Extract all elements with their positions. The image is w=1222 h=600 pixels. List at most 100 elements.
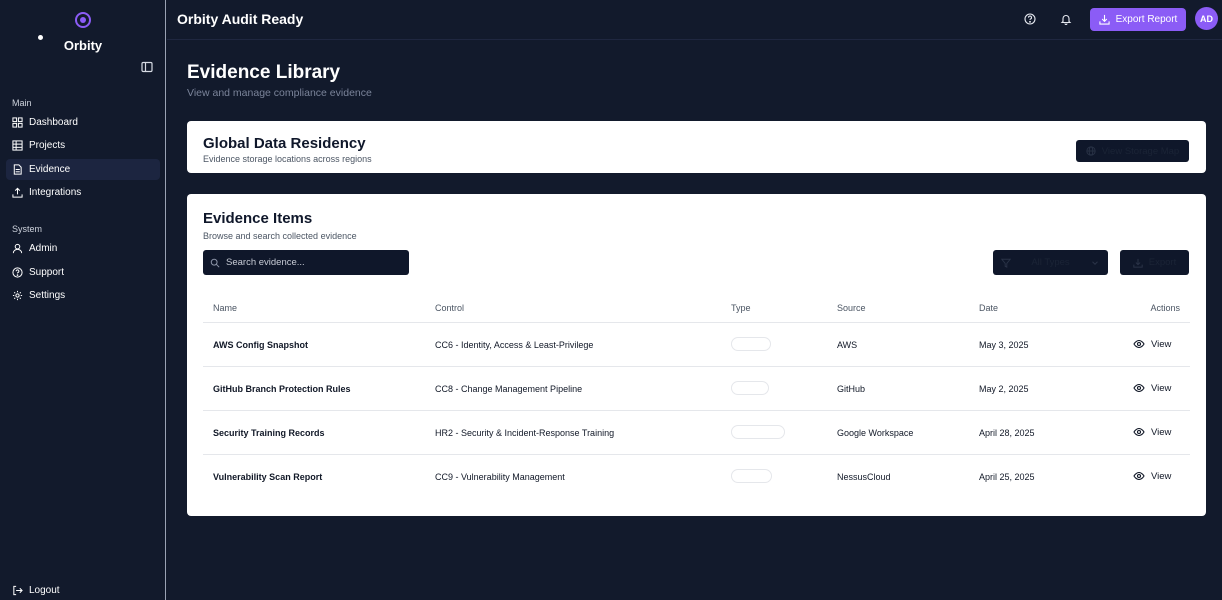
avatar[interactable]: AD — [1195, 7, 1218, 30]
sidebar-toggle-icon[interactable] — [141, 61, 153, 73]
evidence-date: April 25, 2025 — [979, 472, 1035, 482]
document-icon — [13, 164, 22, 175]
evidence-source: NessusCloud — [837, 472, 891, 482]
eye-icon — [1133, 427, 1145, 437]
export-report-label: Export Report — [1115, 14, 1178, 25]
export-button[interactable]: Export — [1120, 250, 1189, 275]
section-label-system: System — [12, 224, 43, 234]
data-residency-card: Global Data Residency Evidence storage l… — [187, 121, 1206, 173]
sidebar-item-support[interactable]: Support — [6, 262, 160, 283]
help-circle-icon — [12, 267, 23, 278]
sidebar-item-evidence[interactable]: Evidence — [6, 159, 160, 180]
page-subtitle: View and manage compliance evidence — [187, 87, 372, 99]
chevron-down-icon — [1092, 260, 1098, 265]
search-input[interactable] — [226, 257, 406, 268]
table-header: Name Control Type Source Date Actions — [203, 294, 1190, 323]
view-button[interactable]: View — [1133, 338, 1171, 350]
gear-icon — [12, 290, 23, 301]
evidence-name: GitHub Branch Protection Rules — [213, 384, 351, 394]
app-title: Orbity Audit Ready — [177, 11, 304, 27]
evidence-items-card: Evidence Items Browse and search collect… — [187, 194, 1206, 516]
table-row[interactable]: GitHub Branch Protection Rules CC8 - Cha… — [203, 367, 1190, 411]
type-badge — [731, 469, 772, 483]
evidence-date: April 28, 2025 — [979, 428, 1035, 438]
help-icon[interactable] — [1024, 13, 1036, 25]
type-filter-select[interactable]: All Types — [993, 250, 1108, 275]
download-icon — [1133, 258, 1143, 268]
bell-icon[interactable] — [1060, 13, 1072, 25]
evidence-name: AWS Config Snapshot — [213, 340, 308, 350]
sidebar-item-label: Integrations — [29, 187, 82, 198]
evidence-items-title: Evidence Items — [203, 210, 313, 227]
column-header-actions: Actions — [1150, 303, 1180, 313]
type-badge — [731, 425, 785, 439]
page-title: Evidence Library — [187, 62, 341, 83]
sidebar-item-dashboard[interactable]: Dashboard — [6, 112, 160, 133]
evidence-date: May 2, 2025 — [979, 384, 1029, 394]
sidebar-item-label: Settings — [29, 290, 66, 301]
view-label: View — [1151, 382, 1172, 394]
evidence-name: Vulnerability Scan Report — [213, 472, 323, 482]
upload-icon — [12, 187, 23, 198]
sidebar-item-admin[interactable]: Admin — [6, 238, 160, 259]
type-badge — [731, 381, 769, 395]
evidence-name: Security Training Records — [213, 428, 325, 438]
type-filter-value: All Types — [1031, 257, 1070, 268]
view-label: View — [1151, 338, 1172, 350]
table-row[interactable]: Security Training Records HR2 - Security… — [203, 411, 1190, 455]
dot-icon — [38, 35, 43, 40]
column-header-date[interactable]: Date — [979, 303, 998, 313]
brand[interactable]: Orbity — [0, 10, 166, 53]
sidebar-item-label: Support — [29, 267, 65, 278]
column-header-source[interactable]: Source — [837, 303, 866, 313]
column-header-type[interactable]: Type — [731, 303, 751, 313]
sidebar-item-settings[interactable]: Settings — [6, 285, 160, 306]
table-icon — [12, 140, 23, 151]
eye-icon — [1133, 339, 1145, 349]
grid-icon — [12, 117, 23, 128]
sidebar-item-label: Projects — [29, 140, 66, 151]
evidence-control: CC6 - Identity, Access & Least-Privilege — [435, 340, 594, 350]
evidence-source: AWS — [837, 340, 858, 350]
eye-icon — [1133, 471, 1145, 481]
filter-icon — [1001, 258, 1011, 268]
sidebar-item-label: Evidence — [29, 164, 71, 175]
user-icon — [12, 243, 23, 254]
evidence-control: CC8 - Change Management Pipeline — [435, 384, 583, 394]
logout-label: Logout — [29, 585, 60, 596]
view-label: View — [1151, 470, 1172, 482]
globe-icon — [1086, 146, 1096, 156]
evidence-date: May 3, 2025 — [979, 340, 1029, 350]
table-row[interactable]: AWS Config Snapshot CC6 - Identity, Acce… — [203, 323, 1190, 367]
view-storage-map-label: View Storage Map — [1101, 145, 1180, 157]
sidebar-item-integrations[interactable]: Integrations — [6, 182, 160, 203]
type-badge — [731, 337, 771, 351]
column-header-name[interactable]: Name — [213, 303, 237, 313]
brand-name: Orbity — [63, 38, 103, 53]
export-label: Export — [1148, 257, 1177, 268]
sidebar: Orbity Main Dashboard Projects Evidence … — [0, 0, 166, 600]
export-report-button[interactable]: Export Report — [1090, 8, 1186, 31]
evidence-source: Google Workspace — [837, 428, 914, 438]
residency-title: Global Data Residency — [203, 135, 366, 152]
orbit-logo-icon — [75, 12, 91, 28]
table-row[interactable]: Vulnerability Scan Report CC9 - Vulnerab… — [203, 455, 1190, 499]
view-button[interactable]: View — [1133, 470, 1171, 482]
search-icon — [210, 258, 220, 268]
residency-subtitle: Evidence storage locations across region… — [203, 154, 372, 164]
view-button[interactable]: View — [1133, 426, 1171, 438]
logout-button[interactable]: Logout — [6, 580, 160, 600]
top-bar: Orbity Audit Ready Export Report AD — [167, 0, 1222, 40]
search-box[interactable] — [203, 250, 409, 275]
column-header-control[interactable]: Control — [435, 303, 464, 313]
sidebar-item-projects[interactable]: Projects — [6, 135, 160, 156]
eye-icon — [1133, 383, 1145, 393]
sidebar-item-label: Dashboard — [29, 117, 78, 128]
view-storage-map-button[interactable]: View Storage Map — [1076, 140, 1189, 162]
evidence-control: CC9 - Vulnerability Management — [435, 472, 565, 482]
sidebar-item-label: Admin — [29, 243, 58, 254]
view-label: View — [1151, 426, 1172, 438]
view-button[interactable]: View — [1133, 382, 1171, 394]
evidence-control: HR2 - Security & Incident-Response Train… — [435, 428, 615, 438]
evidence-source: GitHub — [837, 384, 866, 394]
